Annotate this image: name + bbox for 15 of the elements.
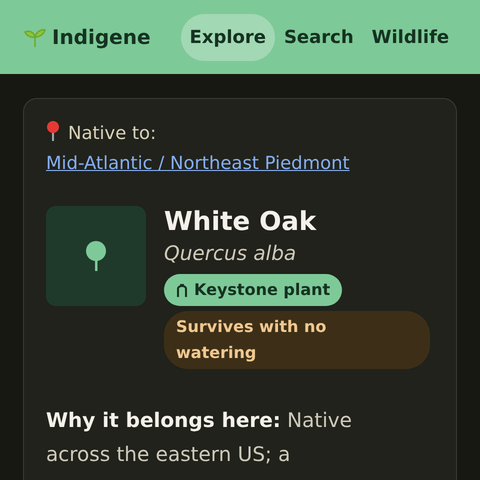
arch-icon xyxy=(176,283,188,297)
keystone-badge: Keystone plant xyxy=(164,274,342,306)
sprout-icon xyxy=(24,26,46,48)
nav-tab[interactable]: Wildlife xyxy=(362,14,458,60)
native-region-text: Native to: Mid-Atlantic / Northeast Piedmont xyxy=(46,119,434,179)
nav-tab[interactable]: Search xyxy=(274,14,363,60)
scientific-name: Quercus alba xyxy=(164,240,296,267)
watering-badge: Survives with no watering xyxy=(164,311,430,369)
pin-icon xyxy=(46,121,60,141)
plant-name: White Oak xyxy=(164,206,316,238)
why-text: Why it belongs here: Native across the eastern US; a xyxy=(46,407,353,468)
tree-icon xyxy=(85,241,107,271)
region-link[interactable]: Mid-Atlantic / Northeast Piedmont xyxy=(46,149,350,179)
nav-tab[interactable]: Explore xyxy=(180,14,275,60)
brand-name: Indigene xyxy=(52,25,151,49)
